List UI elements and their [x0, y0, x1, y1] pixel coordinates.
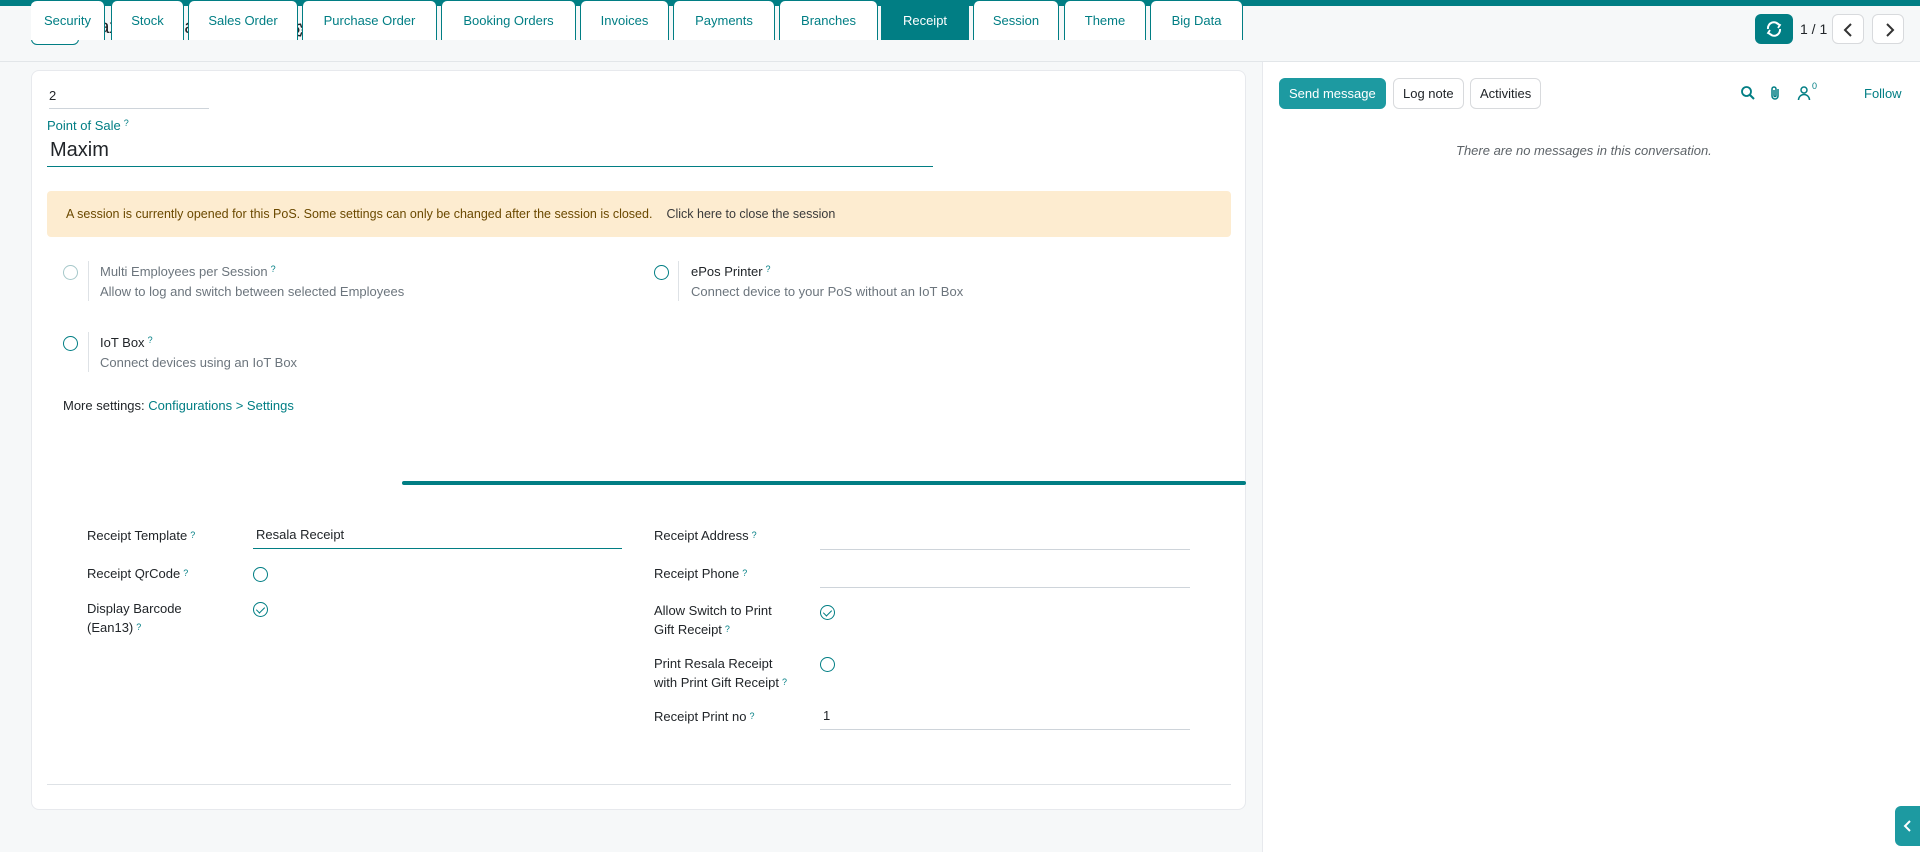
more-settings: More settings: Configurations > Settings — [63, 398, 294, 413]
search-icon[interactable] — [1740, 85, 1756, 101]
epos-printer-radio[interactable] — [654, 265, 669, 280]
configurations-settings-link[interactable]: Configurations > Settings — [148, 398, 294, 413]
label-text: Receipt Address — [654, 528, 749, 543]
setting-title-iot-box: IoT Box? — [100, 335, 153, 350]
receipt-phone-field[interactable] — [820, 566, 1190, 588]
refresh-icon — [1766, 21, 1782, 37]
send-message-button[interactable]: Send message — [1279, 78, 1386, 109]
label-text: Receipt Phone — [654, 566, 740, 581]
setting-title-multi-employees: Multi Employees per Session? — [100, 264, 276, 279]
help-icon[interactable]: ? — [725, 624, 730, 634]
label-text: Display Barcode — [87, 601, 182, 616]
chevron-left-icon — [1903, 820, 1911, 832]
divider — [88, 332, 89, 372]
tab-payments[interactable]: Payments — [673, 0, 775, 40]
help-icon[interactable]: ? — [148, 335, 153, 345]
display-barcode-checkbox[interactable] — [253, 602, 268, 617]
tab-branches[interactable]: Branches — [779, 0, 878, 40]
chatter-panel: Send message Log note Activities 0 — [1262, 62, 1920, 852]
receipt-print-no-label: Receipt Print no? — [654, 707, 755, 726]
receipt-phone-label: Receipt Phone? — [654, 564, 747, 583]
divider — [88, 261, 89, 301]
label-text: Allow Switch to Print — [654, 603, 772, 618]
receipt-qrcode-checkbox[interactable] — [253, 567, 268, 582]
form-sheet — [31, 70, 1246, 810]
setting-desc-multi-employees: Allow to log and switch between selected… — [100, 284, 405, 299]
next-button[interactable] — [1872, 14, 1904, 44]
activities-button[interactable]: Activities — [1470, 78, 1542, 109]
label-text: Print Resala Receipt — [654, 656, 773, 671]
help-icon[interactable]: ? — [752, 530, 757, 540]
point-of-sale-label-text: Point of Sale — [47, 118, 121, 133]
followers-icon[interactable] — [1796, 85, 1812, 101]
tab-theme[interactable]: Theme — [1064, 0, 1146, 40]
help-icon[interactable]: ? — [124, 118, 129, 128]
collapse-chatter-button[interactable] — [1895, 806, 1920, 846]
help-icon[interactable]: ? — [190, 530, 195, 540]
tab-booking-orders[interactable]: Booking Orders — [441, 0, 576, 40]
session-alert: A session is currently opened for this P… — [47, 191, 1231, 237]
alert-text: A session is currently opened for this P… — [66, 207, 653, 221]
receipt-print-no-field[interactable]: 1 — [820, 708, 1190, 730]
help-icon[interactable]: ? — [742, 568, 747, 578]
setting-desc-iot-box: Connect devices using an IoT Box — [100, 355, 298, 370]
help-icon[interactable]: ? — [136, 622, 141, 632]
follow-button[interactable]: Follow — [1864, 86, 1902, 101]
point-of-sale-label: Point of Sale? — [47, 118, 129, 133]
receipt-address-field[interactable] — [820, 528, 1190, 550]
tab-big-data[interactable]: Big Data — [1150, 0, 1243, 40]
print-resala-gift-label: Print Resala Receipt with Print Gift Rece… — [654, 654, 787, 692]
setting-title-text: ePos Printer — [691, 264, 763, 279]
receipt-template-label: Receipt Template? — [87, 526, 195, 545]
label-text: Receipt QrCode — [87, 566, 181, 581]
tab-underline — [402, 481, 1246, 485]
tab-receipt[interactable]: Receipt — [881, 0, 969, 40]
display-barcode-label: Display Barcode (Ean13)? — [87, 599, 182, 637]
tab-sales-order[interactable]: Sales Order — [188, 0, 298, 40]
label-text: with Print Gift Receipt — [654, 675, 779, 690]
close-session-link[interactable]: Click here to close the session — [666, 207, 835, 221]
chevron-left-icon — [1843, 23, 1852, 37]
help-icon[interactable]: ? — [766, 264, 771, 274]
more-settings-label: More settings: — [63, 398, 145, 413]
label-text: Gift Receipt — [654, 622, 722, 637]
paperclip-icon[interactable] — [1768, 85, 1784, 101]
setting-title-epos-printer: ePos Printer? — [691, 264, 771, 279]
label-text: (Ean13) — [87, 620, 134, 635]
help-icon[interactable]: ? — [271, 264, 276, 274]
tab-session[interactable]: Session — [973, 0, 1059, 40]
sequence-field[interactable]: 2 — [49, 88, 209, 109]
help-icon[interactable]: ? — [750, 711, 755, 721]
setting-title-text: IoT Box — [100, 335, 145, 350]
iot-box-radio[interactable] — [63, 336, 78, 351]
pos-name-input[interactable]: Maxim — [47, 137, 933, 167]
receipt-address-label: Receipt Address? — [654, 526, 757, 545]
receipt-template-field[interactable]: Resala Receipt — [253, 527, 622, 549]
tab-purchase-order[interactable]: Purchase Order — [302, 0, 437, 40]
setting-desc-epos-printer: Connect device to your PoS without an Io… — [691, 284, 964, 299]
followers-count: 0 — [1812, 81, 1818, 91]
setting-title-text: Multi Employees per Session — [100, 264, 268, 279]
print-resala-gift-checkbox[interactable] — [820, 657, 835, 672]
allow-switch-gift-label: Allow Switch to Print Gift Receipt? — [654, 601, 772, 639]
tab-stock[interactable]: Stock — [111, 0, 184, 40]
sync-button[interactable] — [1755, 14, 1793, 44]
pager-value[interactable]: 1 / 1 — [1800, 21, 1827, 37]
empty-conversation-text: There are no messages in this conversati… — [1456, 143, 1712, 158]
tab-invoices[interactable]: Invoices — [580, 0, 669, 40]
divider — [678, 261, 679, 301]
log-note-button[interactable]: Log note — [1393, 78, 1464, 109]
help-icon[interactable]: ? — [782, 677, 787, 687]
multi-employees-radio[interactable] — [63, 265, 78, 280]
receipt-qrcode-label: Receipt QrCode? — [87, 564, 188, 583]
label-text: Receipt Print no — [654, 709, 747, 724]
label-text: Receipt Template — [87, 528, 188, 543]
previous-button[interactable] — [1832, 14, 1864, 44]
allow-switch-gift-checkbox[interactable] — [820, 605, 835, 620]
divider — [47, 784, 1231, 785]
help-icon[interactable]: ? — [183, 568, 188, 578]
tab-security[interactable]: Security — [31, 0, 105, 40]
chevron-right-icon — [1886, 23, 1895, 37]
